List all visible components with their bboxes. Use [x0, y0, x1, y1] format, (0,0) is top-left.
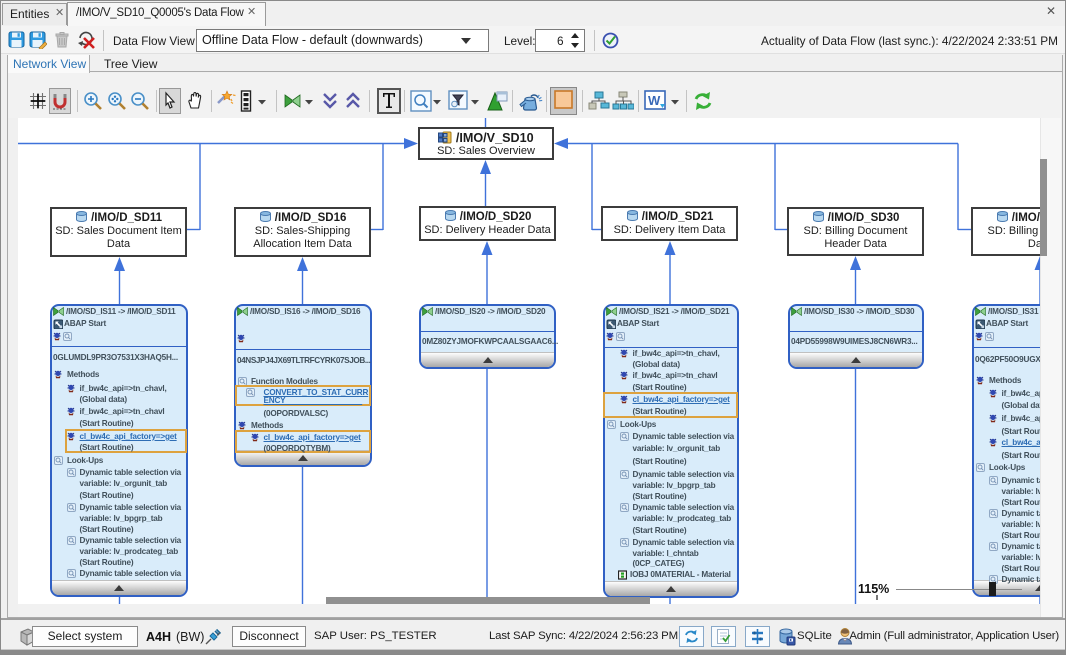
svg-text:W: W: [648, 93, 661, 108]
